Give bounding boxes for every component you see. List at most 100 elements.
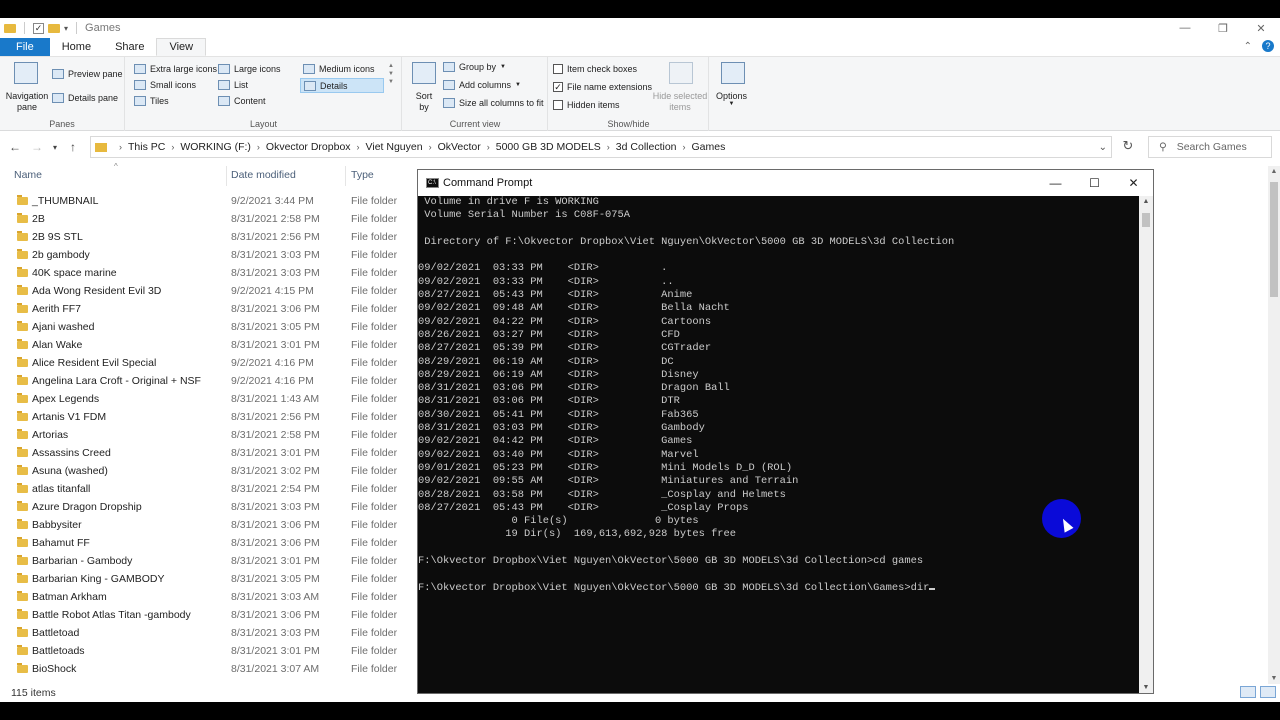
up-arrow-icon[interactable]: ↑ bbox=[62, 140, 84, 154]
breadcrumb-item[interactable]: OkVector bbox=[438, 141, 481, 153]
close-button[interactable]: ✕ bbox=[1242, 18, 1280, 38]
list-item[interactable]: Apex Legends 8/31/2021 1:43 AM File folder bbox=[0, 390, 420, 408]
hidden-items-toggle[interactable]: Hidden items bbox=[553, 100, 620, 110]
chevron-right-icon[interactable]: › bbox=[257, 142, 260, 152]
layout-scroll[interactable]: ▲ ▼ ▼ bbox=[388, 63, 394, 85]
list-item[interactable]: Battletoads 8/31/2021 3:01 PM File folder bbox=[0, 642, 420, 660]
tab-home[interactable]: Home bbox=[50, 38, 103, 56]
scrollbar-thumb[interactable] bbox=[1142, 213, 1150, 227]
list-item[interactable]: Alice Resident Evil Special 9/2/2021 4:16… bbox=[0, 354, 420, 372]
breadcrumb-item[interactable]: 3d Collection bbox=[616, 141, 677, 153]
list-item[interactable]: Ajani washed 8/31/2021 3:05 PM File folder bbox=[0, 318, 420, 336]
preview-pane-button[interactable]: Preview pane bbox=[52, 69, 123, 79]
hidden-items-checkbox[interactable] bbox=[553, 100, 563, 110]
help-icon[interactable]: ? bbox=[1262, 40, 1274, 52]
list-item[interactable]: Battletoad 8/31/2021 3:03 PM File folder bbox=[0, 624, 420, 642]
list-item[interactable]: Assassins Creed 8/31/2021 3:01 PM File fol… bbox=[0, 444, 420, 462]
list-item[interactable]: Babbysiter 8/31/2021 3:06 PM File folder bbox=[0, 516, 420, 534]
refresh-icon[interactable]: ↻ bbox=[1118, 138, 1138, 156]
list-item[interactable]: Bahamut FF 8/31/2021 3:06 PM File folder bbox=[0, 534, 420, 552]
scrollbar-thumb[interactable] bbox=[1270, 182, 1278, 297]
layout-tiles[interactable]: Tiles bbox=[134, 96, 169, 106]
list-item[interactable]: Artanis V1 FDM 8/31/2021 2:56 PM File fold… bbox=[0, 408, 420, 426]
tab-view[interactable]: View bbox=[156, 38, 207, 56]
hide-selected-button[interactable]: Hide selected items bbox=[650, 91, 710, 113]
collapse-ribbon-icon[interactable]: ⌃ bbox=[1244, 41, 1252, 52]
chevron-right-icon[interactable]: › bbox=[171, 142, 174, 152]
item-check-boxes-checkbox[interactable] bbox=[553, 64, 563, 74]
console-output[interactable]: Volume in drive F is WORKING Volume Seri… bbox=[418, 196, 1139, 693]
scroll-down-icon[interactable]: ▼ bbox=[1268, 675, 1280, 682]
list-item[interactable]: Aerith FF7 8/31/2021 3:06 PM File folder bbox=[0, 300, 420, 318]
command-prompt-window[interactable]: C:\ Command Prompt — ☐ ✕ Volume in drive… bbox=[417, 169, 1154, 694]
add-columns-button[interactable]: Add columns ▼ bbox=[443, 80, 521, 90]
layout-extra-large-icons[interactable]: Extra large icons bbox=[134, 64, 217, 74]
vertical-scrollbar[interactable]: ▲ ▼ bbox=[1268, 166, 1280, 684]
cmd-minimize-button[interactable]: — bbox=[1036, 170, 1075, 196]
cmd-maximize-button[interactable]: ☐ bbox=[1075, 170, 1114, 196]
list-item[interactable]: BioShock 8/31/2021 3:07 AM File folder bbox=[0, 660, 420, 678]
divider[interactable] bbox=[226, 166, 227, 186]
minimize-button[interactable]: — bbox=[1166, 18, 1204, 38]
layout-large-icons[interactable]: Large icons bbox=[218, 64, 281, 74]
column-name[interactable]: Name bbox=[14, 169, 42, 181]
scroll-down-icon[interactable]: ▼ bbox=[1139, 684, 1153, 691]
breadcrumb-item[interactable]: Games bbox=[692, 141, 726, 153]
new-folder-icon[interactable] bbox=[48, 23, 60, 33]
breadcrumb-item[interactable]: WORKING (F:) bbox=[180, 141, 251, 153]
restore-button[interactable]: ❐ bbox=[1204, 18, 1242, 38]
divider[interactable] bbox=[345, 166, 346, 186]
chevron-right-icon[interactable]: › bbox=[429, 142, 432, 152]
cmd-title-bar[interactable]: C:\ Command Prompt — ☐ ✕ bbox=[418, 170, 1153, 196]
layout-details[interactable]: Details bbox=[300, 78, 384, 93]
list-item[interactable]: Barbarian - Gambody 8/31/2021 3:01 PM File… bbox=[0, 552, 420, 570]
large-icons-view-icon[interactable] bbox=[1260, 686, 1276, 698]
list-item[interactable]: Angelina Lara Croft - Original + NSF 9/2/… bbox=[0, 372, 420, 390]
address-bar[interactable]: › This PC › WORKING (F:) › Okvector Drop… bbox=[90, 136, 1112, 158]
forward-arrow-icon[interactable]: → bbox=[26, 140, 48, 154]
details-pane-button[interactable]: Details pane bbox=[52, 93, 118, 103]
column-date-modified[interactable]: Date modified bbox=[231, 169, 296, 181]
list-item[interactable]: atlas titanfall 8/31/2021 2:54 PM File fol… bbox=[0, 480, 420, 498]
list-item[interactable]: Battle Robot Atlas Titan -gambody 8/31/20… bbox=[0, 606, 420, 624]
list-item[interactable]: Batman Arkham 8/31/2021 3:03 AM File folde… bbox=[0, 588, 420, 606]
breadcrumb-item[interactable]: Okvector Dropbox bbox=[266, 141, 351, 153]
size-columns-button[interactable]: Size all columns to fit bbox=[443, 98, 544, 108]
list-item[interactable]: Ada Wong Resident Evil 3D 9/2/2021 4:15 P… bbox=[0, 282, 420, 300]
layout-content[interactable]: Content bbox=[218, 96, 266, 106]
address-dropdown-icon[interactable]: ⌄ bbox=[1099, 142, 1107, 153]
cmd-scrollbar[interactable]: ▲ ▼ bbox=[1139, 196, 1153, 693]
list-item[interactable]: 2b gambody 8/31/2021 3:03 PM File folder bbox=[0, 246, 420, 264]
list-item[interactable]: Artorias 8/31/2021 2:58 PM File folder bbox=[0, 426, 420, 444]
layout-small-icons[interactable]: Small icons bbox=[134, 80, 196, 90]
breadcrumb-item[interactable]: This PC bbox=[128, 141, 165, 153]
chevron-right-icon[interactable]: › bbox=[607, 142, 610, 152]
sort-by-button[interactable]: Sort by bbox=[411, 91, 437, 113]
tab-share[interactable]: Share bbox=[103, 38, 156, 56]
cmd-close-button[interactable]: ✕ bbox=[1114, 170, 1153, 196]
list-item[interactable]: Azure Dragon Dropship 8/31/2021 3:03 PM Fi… bbox=[0, 498, 420, 516]
properties-icon[interactable]: ✓ bbox=[33, 22, 44, 34]
back-arrow-icon[interactable]: ← bbox=[4, 140, 26, 154]
column-type[interactable]: Type bbox=[351, 169, 374, 181]
list-item[interactable]: 2B 8/31/2021 2:58 PM File folder bbox=[0, 210, 420, 228]
file-name-extensions-toggle[interactable]: ✓ File name extensions bbox=[553, 82, 652, 92]
list-item[interactable]: Barbarian King - GAMBODY 8/31/2021 3:05 P… bbox=[0, 570, 420, 588]
search-input[interactable]: ⚲ Search Games bbox=[1148, 136, 1272, 158]
details-view-icon[interactable] bbox=[1240, 686, 1256, 698]
group-by-button[interactable]: Group by ▼ bbox=[443, 62, 506, 72]
file-name-extensions-checkbox[interactable]: ✓ bbox=[553, 82, 563, 92]
chevron-right-icon[interactable]: › bbox=[357, 142, 360, 152]
chevron-right-icon[interactable]: › bbox=[487, 142, 490, 152]
scroll-up-icon[interactable]: ▲ bbox=[1139, 198, 1153, 205]
breadcrumb-item[interactable]: 5000 GB 3D MODELS bbox=[496, 141, 601, 153]
list-item[interactable]: 2B 9S STL 8/31/2021 2:56 PM File folder bbox=[0, 228, 420, 246]
layout-list[interactable]: List bbox=[218, 80, 248, 90]
scroll-up-icon[interactable]: ▲ bbox=[1268, 168, 1280, 175]
list-item[interactable]: _THUMBNAIL 9/2/2021 3:44 PM File folder bbox=[0, 192, 420, 210]
chevron-right-icon[interactable]: › bbox=[683, 142, 686, 152]
recent-locations-icon[interactable]: ▾ bbox=[48, 143, 62, 152]
item-check-boxes-toggle[interactable]: Item check boxes bbox=[553, 64, 637, 74]
layout-medium-icons[interactable]: Medium icons bbox=[303, 64, 375, 74]
breadcrumb-item[interactable]: Viet Nguyen bbox=[366, 141, 423, 153]
